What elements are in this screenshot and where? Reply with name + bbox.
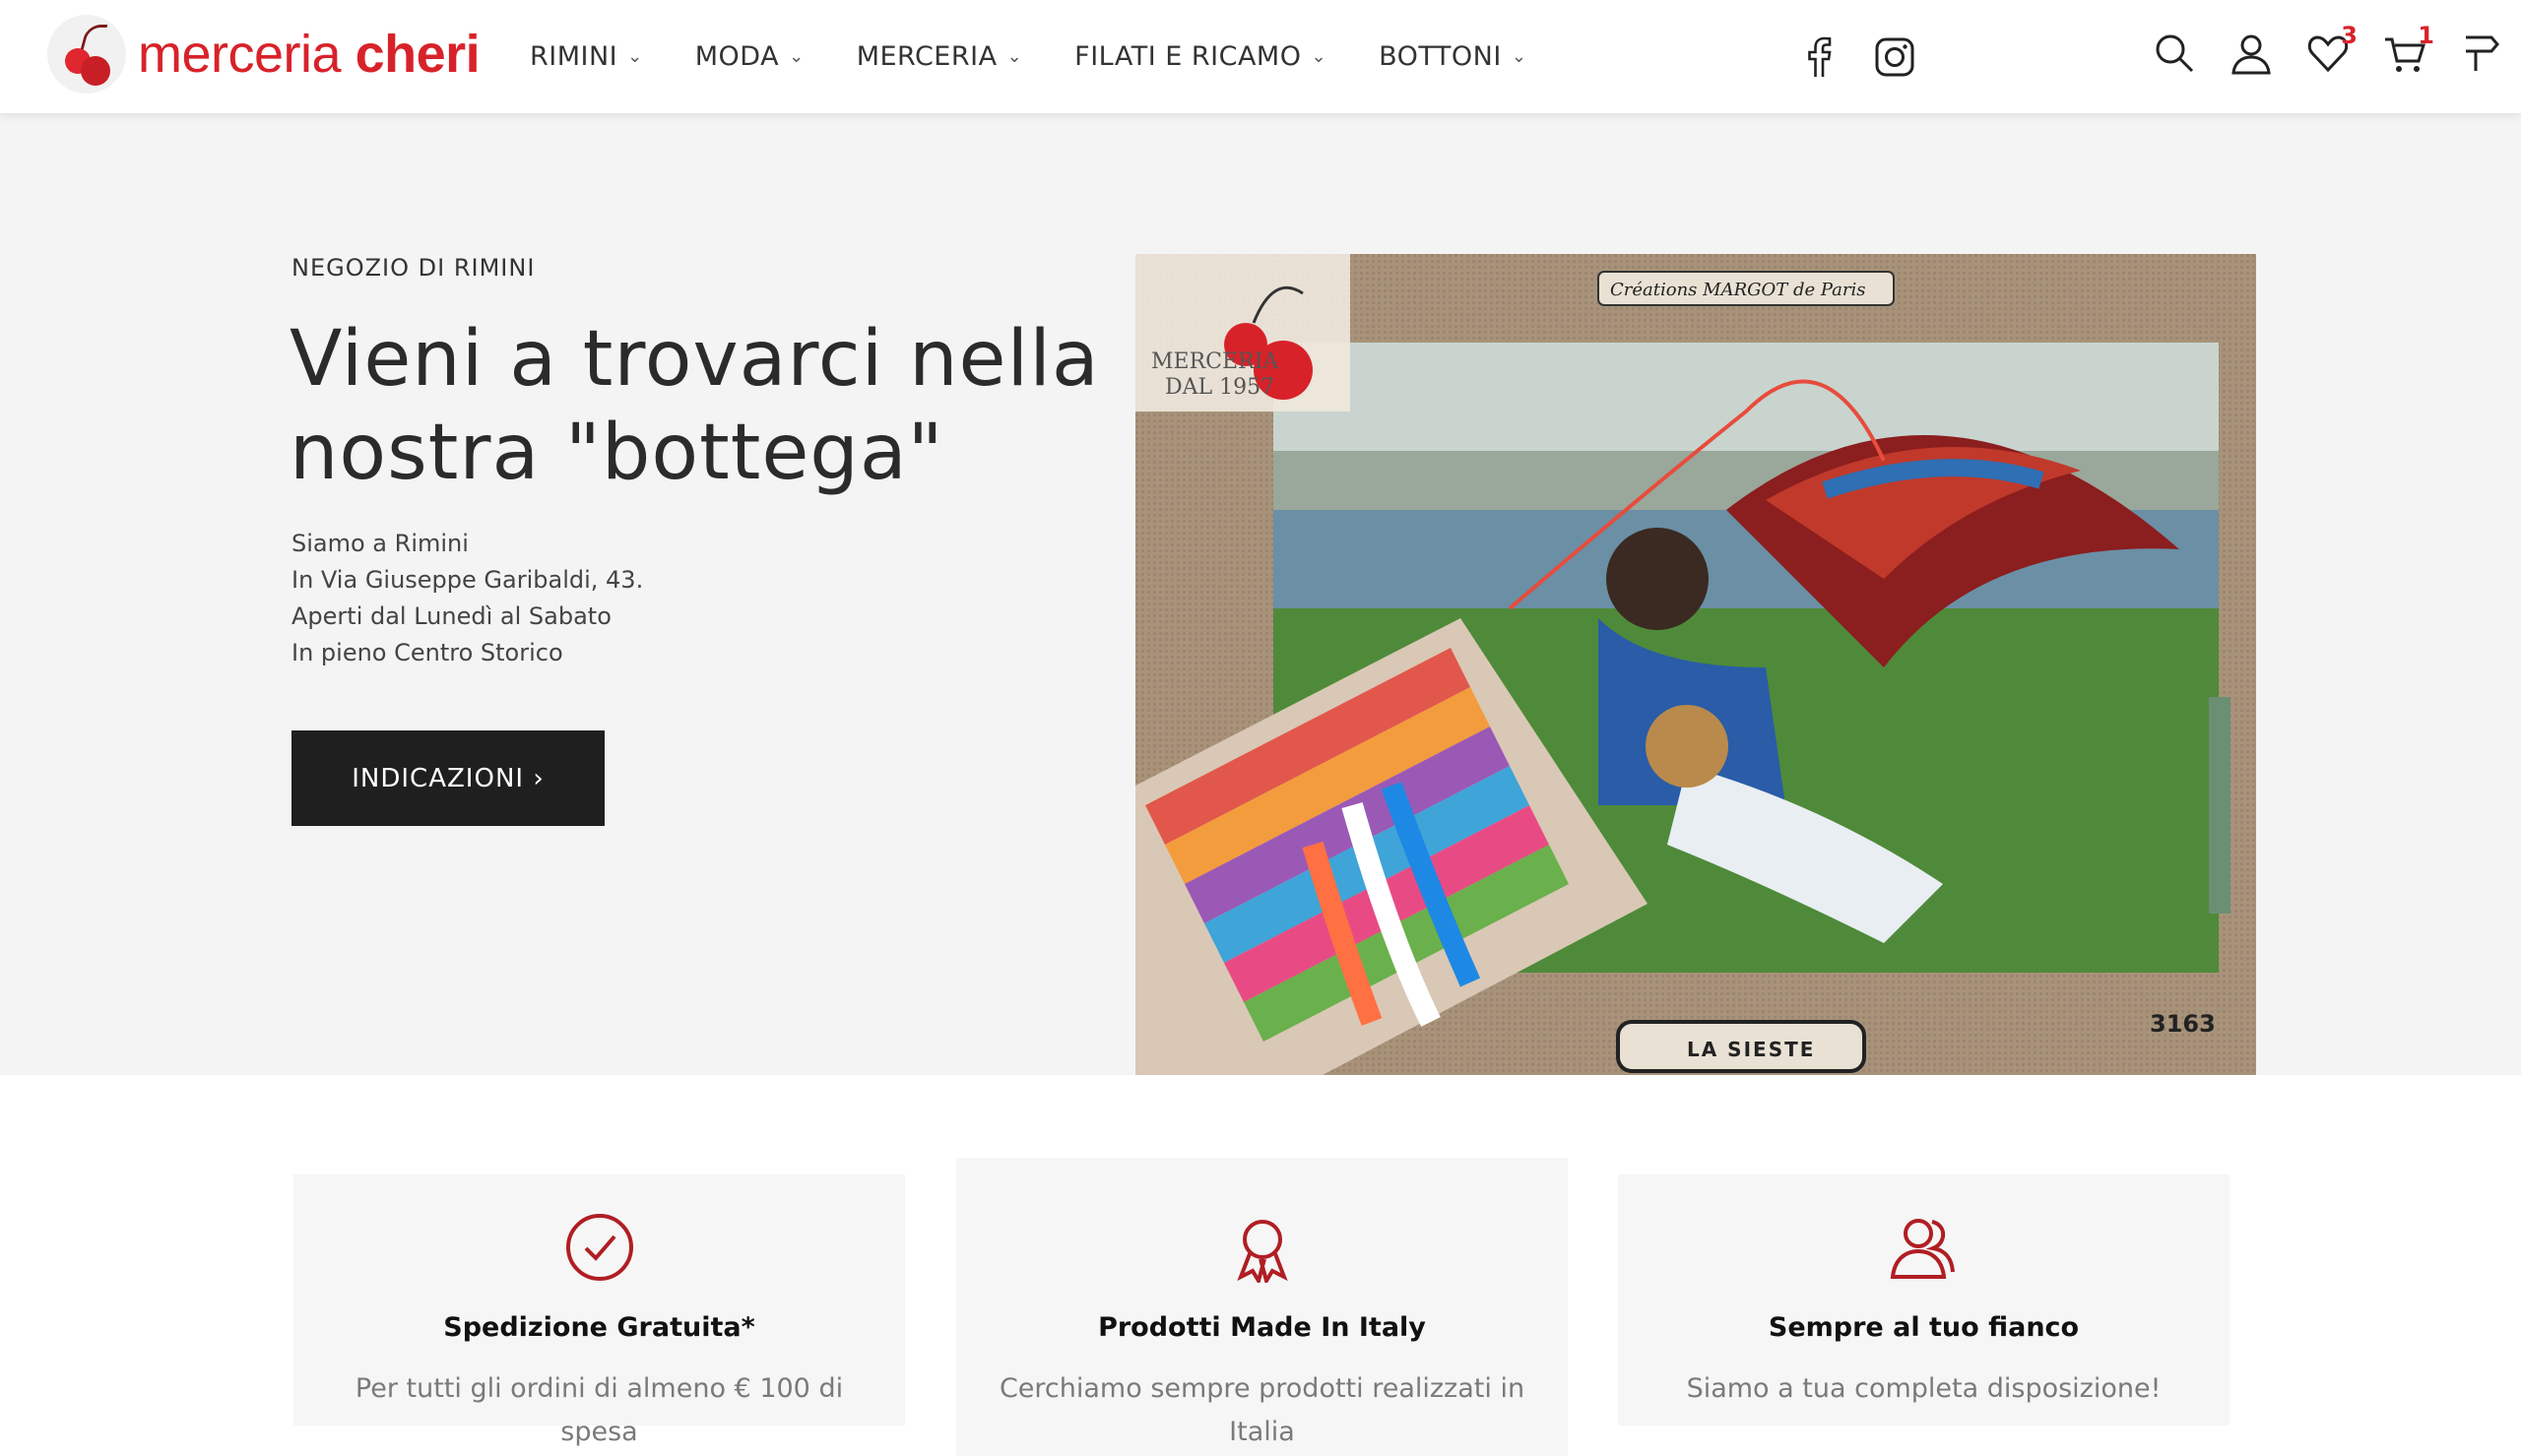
- logo-text: merceria cheri: [138, 24, 481, 85]
- award-ribbon-icon: [1236, 1220, 1288, 1283]
- hero-line: Aperti dal Lunedì al Sabato: [291, 602, 612, 630]
- account-button[interactable]: [2224, 24, 2279, 83]
- chevron-down-icon: ⌄: [1311, 46, 1327, 67]
- wishlist-count-badge: 3: [2341, 22, 2358, 49]
- feature-title: Spedizione Gratuita*: [443, 1312, 755, 1343]
- hero-line: In Via Giuseppe Garibaldi, 43.: [291, 566, 644, 594]
- logo-text-bold: cheri: [355, 25, 481, 84]
- stamp-line2: DAL 1957: [1165, 375, 1274, 400]
- chevron-down-icon: ⌄: [789, 46, 805, 67]
- nav-item-merceria[interactable]: MERCERIA ⌄: [857, 41, 1022, 72]
- user-icon: [2231, 34, 2271, 75]
- banner-text: Créations MARGOT de Paris: [1610, 280, 1866, 300]
- main-nav: RIMINI ⌄ MODA ⌄ MERCERIA ⌄ FILATI E RICAMO ⌄…: [530, 0, 1579, 113]
- chevron-down-icon: ⌄: [1511, 46, 1527, 67]
- nav-label: MERCERIA: [856, 41, 998, 72]
- cart-count-badge: 1: [2418, 22, 2434, 49]
- nav-label: RIMINI: [530, 41, 618, 72]
- nav-item-bottoni[interactable]: BOTTONI ⌄: [1379, 41, 1526, 72]
- feature-title: Prodotti Made In Italy: [1098, 1312, 1426, 1343]
- hero-image: MERCERIA DAL 1957 Créations MARGOT de Pa…: [1135, 254, 2256, 1075]
- feature-title: Sempre al tuo fianco: [1768, 1312, 2080, 1343]
- feature-desc: Per tutti gli ordini di almeno € 100 di …: [355, 1373, 844, 1447]
- logo-text-light: merceria: [138, 25, 342, 84]
- feature-desc: Cerchiamo sempre prodotti realizzati in …: [999, 1373, 1525, 1447]
- header-utilities: 3 1: [2147, 22, 2521, 83]
- cherry-logo-icon: [47, 15, 126, 94]
- chevron-down-icon: ⌄: [627, 46, 643, 67]
- wishlist-button[interactable]: 3: [2300, 22, 2358, 83]
- stamp-line1: MERCERIA: [1151, 349, 1279, 374]
- hero-line: In pieno Centro Storico: [291, 639, 563, 666]
- nav-label: FILATI E RICAMO: [1074, 41, 1302, 72]
- language-button[interactable]: [2454, 24, 2509, 83]
- site-header: merceria cheri RIMINI ⌄ MODA ⌄ MERCERIA ⌄ F…: [0, 0, 2521, 113]
- feature-card-shipping: Spedizione Gratuita* Per tutti gli ordin…: [293, 1174, 905, 1447]
- feature-card-support: Sempre al tuo fianco Siamo a tua complet…: [1618, 1174, 2230, 1425]
- flag-icon: [2466, 35, 2499, 71]
- nav-label: MODA: [694, 41, 780, 72]
- check-circle-icon: [565, 1214, 633, 1281]
- hero-eyebrow: NEGOZIO DI RIMINI: [291, 254, 536, 282]
- hero-title: Vieni a trovarci nella nostra "bottega": [290, 315, 1100, 497]
- facebook-icon[interactable]: [1792, 30, 1847, 85]
- nav-label: BOTTONI: [1379, 41, 1502, 72]
- plaque-text: LA SIESTE: [1687, 1038, 1815, 1061]
- social-links: [1792, 30, 1942, 85]
- cart-button[interactable]: 1: [2377, 22, 2434, 83]
- feature-card-made-in-italy: Prodotti Made In Italy Cerchiamo sempre …: [956, 1158, 1568, 1456]
- hero-line: Siamo a Rimini: [291, 530, 469, 557]
- chevron-down-icon: ⌄: [1006, 46, 1023, 67]
- feature-desc: Siamo a tua completa disposizione!: [1686, 1373, 2162, 1404]
- hero-address: Siamo a Rimini In Via Giuseppe Garibaldi…: [291, 526, 643, 671]
- search-icon: [2156, 34, 2194, 73]
- nav-item-rimini[interactable]: RIMINI ⌄: [530, 41, 643, 72]
- instagram-icon[interactable]: [1867, 30, 1922, 85]
- nav-item-moda[interactable]: MODA ⌄: [695, 41, 805, 72]
- users-icon: [1890, 1219, 1955, 1279]
- canvas-code: 3163: [2150, 1010, 2216, 1038]
- logo[interactable]: merceria cheri: [47, 10, 481, 98]
- directions-button[interactable]: INDICAZIONI ›: [291, 730, 605, 826]
- search-button[interactable]: [2147, 24, 2202, 83]
- nav-item-filati-e-ricamo[interactable]: FILATI E RICAMO ⌄: [1074, 41, 1326, 72]
